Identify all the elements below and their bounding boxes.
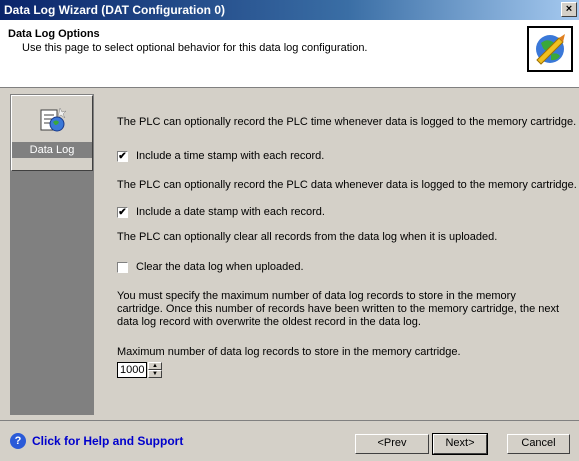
clear-log-label[interactable]: Clear the data log when uploaded. xyxy=(136,261,304,273)
cancel-button[interactable]: Cancel xyxy=(507,434,570,454)
sidebar-item-data-log[interactable]: Data Log xyxy=(11,95,93,171)
window-title: Data Log Wizard (DAT Configuration 0) xyxy=(4,3,225,17)
title-bar: Data Log Wizard (DAT Configuration 0) × xyxy=(0,0,579,20)
time-stamp-label[interactable]: Include a time stamp with each record. xyxy=(136,150,324,162)
options-panel: The PLC can optionally record the PLC ti… xyxy=(100,94,577,415)
max-records-input[interactable]: 1000 xyxy=(117,362,147,378)
time-description: The PLC can optionally record the PLC ti… xyxy=(117,116,577,128)
sidebar-item-label: Data Log xyxy=(12,142,92,158)
wizard-logo-icon xyxy=(527,26,573,72)
clear-description: The PLC can optionally clear all records… xyxy=(117,231,498,243)
spin-down-icon[interactable]: ▼ xyxy=(148,370,162,378)
clear-log-checkbox[interactable] xyxy=(117,262,128,273)
max-records-spinner[interactable]: ▲ ▼ xyxy=(148,362,162,378)
help-support-label[interactable]: Click for Help and Support xyxy=(32,434,183,448)
data-log-icon xyxy=(38,104,68,134)
page-title: Data Log Options xyxy=(8,28,100,40)
date-stamp-label[interactable]: Include a date stamp with each record. xyxy=(136,206,325,218)
sidebar: Data Log xyxy=(10,94,94,415)
wizard-header: Data Log Options Use this page to select… xyxy=(0,20,579,88)
help-icon[interactable]: ? xyxy=(10,433,26,449)
close-button[interactable]: × xyxy=(561,2,577,17)
wizard-footer: ? Click for Help and Support <Prev Next>… xyxy=(0,420,579,461)
date-description: The PLC can optionally record the PLC da… xyxy=(117,179,577,191)
time-stamp-checkbox[interactable]: ✔ xyxy=(117,151,128,162)
max-records-label: Maximum number of data log records to st… xyxy=(117,346,461,358)
date-stamp-checkbox[interactable]: ✔ xyxy=(117,207,128,218)
page-subtitle: Use this page to select optional behavio… xyxy=(22,42,368,54)
next-button[interactable]: Next> xyxy=(432,433,488,455)
max-records-description: You must specify the maximum number of d… xyxy=(117,290,560,328)
spin-up-icon[interactable]: ▲ xyxy=(148,362,162,370)
prev-button[interactable]: <Prev xyxy=(355,434,429,454)
